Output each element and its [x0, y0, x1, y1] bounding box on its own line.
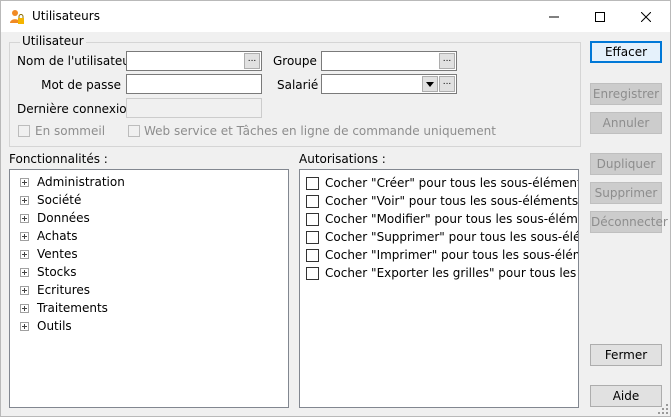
expand-icon[interactable] [20, 213, 29, 223]
export-checkbox[interactable] [306, 266, 319, 280]
delete-checkbox[interactable] [306, 230, 319, 244]
group-browse-button[interactable]: ... [439, 53, 455, 69]
username-field[interactable]: ... [126, 51, 262, 71]
authorizations-list[interactable]: Cocher "Créer" pour tous les sous-élémen… [299, 169, 579, 408]
username-label: Nom de l'utilisateur [17, 54, 135, 68]
create-checkbox[interactable] [306, 176, 319, 190]
password-field[interactable] [126, 74, 262, 94]
tree-item-label: Ventes [37, 247, 78, 261]
tree-item-ventes[interactable]: Ventes [20, 245, 78, 263]
auth-item-label: Cocher "Supprimer" pour tous les sous-él… [325, 230, 579, 244]
user-group-title: Utilisateur [20, 34, 86, 48]
cancel-button[interactable]: Annuler [590, 112, 662, 134]
tree-item-administration[interactable]: Administration [20, 173, 125, 191]
modify-checkbox[interactable] [306, 212, 319, 226]
last-login-field [126, 98, 262, 118]
auth-item-print[interactable]: Cocher "Imprimer" pour tous les sous-élé… [306, 246, 578, 264]
features-label: Fonctionnalités : [9, 152, 108, 166]
username-browse-button[interactable]: ... [244, 53, 260, 69]
features-tree[interactable]: Administration Société Données Achats Ve… [9, 169, 289, 408]
expand-icon[interactable] [20, 321, 29, 331]
employee-combo[interactable]: ... [321, 74, 457, 94]
close-button[interactable] [623, 1, 669, 32]
utilisateurs-window: Utilisateurs Utilisateur Nom de l'utilis… [0, 0, 671, 417]
group-field[interactable]: ... [321, 51, 457, 71]
print-checkbox[interactable] [306, 248, 319, 262]
tree-item-societe[interactable]: Société [20, 191, 81, 209]
employee-label: Salarié [277, 78, 319, 92]
duplicate-button[interactable]: Dupliquer [590, 153, 662, 175]
webservice-label: Web service et Tâches en ligne de comman… [144, 124, 496, 138]
auth-item-export[interactable]: Cocher "Exporter les grilles" pour tous … [306, 264, 578, 282]
minimize-button[interactable] [531, 1, 577, 32]
webservice-checkbox[interactable] [128, 125, 140, 137]
auth-item-label: Cocher "Voir" pour tous les sous-élément… [325, 194, 579, 208]
expand-icon[interactable] [20, 231, 29, 241]
group-label: Groupe [273, 54, 317, 68]
tree-item-label: Outils [37, 319, 72, 333]
close-icon [641, 11, 651, 22]
expand-icon[interactable] [20, 285, 29, 295]
auth-item-label: Cocher "Modifier" pour tous les sous-élé… [325, 212, 579, 226]
disconnect-button[interactable]: Déconnecter [590, 211, 668, 233]
tree-item-ecritures[interactable]: Ecritures [20, 281, 90, 299]
tree-item-label: Société [37, 193, 82, 207]
auth-item-view[interactable]: Cocher "Voir" pour tous les sous-élément… [306, 192, 578, 210]
authorizations-label: Autorisations : [299, 152, 386, 166]
auth-item-label: Cocher "Imprimer" pour tous les sous-élé… [325, 248, 578, 262]
maximize-icon [595, 11, 605, 22]
expand-icon[interactable] [20, 249, 29, 259]
expand-icon[interactable] [20, 177, 29, 187]
expand-icon[interactable] [20, 303, 29, 313]
auth-item-delete[interactable]: Cocher "Supprimer" pour tous les sous-él… [306, 228, 579, 246]
tree-item-outils[interactable]: Outils [20, 317, 72, 335]
sleep-checkbox[interactable] [18, 125, 30, 137]
delete-button[interactable]: Supprimer [590, 182, 662, 204]
employee-dropdown-button[interactable] [422, 76, 438, 92]
auth-item-modify[interactable]: Cocher "Modifier" pour tous les sous-élé… [306, 210, 579, 228]
tree-item-label: Achats [37, 229, 78, 243]
tree-item-stocks[interactable]: Stocks [20, 263, 76, 281]
auth-item-label: Cocher "Exporter les grilles" pour tous … [325, 266, 578, 280]
resize-grip-icon[interactable] [658, 404, 668, 414]
tree-item-label: Traitements [37, 301, 108, 315]
last-login-label: Dernière connexion [17, 102, 135, 116]
sleep-label: En sommeil [35, 124, 106, 138]
tree-item-label: Administration [37, 175, 125, 189]
clear-button[interactable]: Effacer [590, 41, 662, 63]
tree-item-donnees[interactable]: Données [20, 209, 90, 227]
tree-item-achats[interactable]: Achats [20, 227, 78, 245]
window-title: Utilisateurs [32, 9, 100, 23]
minimize-icon [549, 16, 559, 17]
users-lock-icon [10, 10, 24, 24]
close-dialog-button[interactable]: Fermer [590, 344, 662, 366]
tree-item-label: Ecritures [37, 283, 91, 297]
chevron-down-icon [426, 81, 434, 87]
save-button[interactable]: Enregistrer [590, 83, 662, 105]
employee-browse-button[interactable]: ... [439, 76, 455, 92]
tree-item-label: Données [37, 211, 90, 225]
expand-icon[interactable] [20, 195, 29, 205]
title-bar: Utilisateurs [1, 1, 670, 32]
tree-item-traitements[interactable]: Traitements [20, 299, 108, 317]
tree-item-label: Stocks [37, 265, 77, 279]
view-checkbox[interactable] [306, 194, 319, 208]
maximize-button[interactable] [577, 1, 623, 32]
expand-icon[interactable] [20, 267, 29, 277]
auth-item-label: Cocher "Créer" pour tous les sous-élémen… [325, 176, 579, 190]
auth-item-create[interactable]: Cocher "Créer" pour tous les sous-élémen… [306, 174, 579, 192]
password-label: Mot de passe [41, 78, 121, 92]
help-button[interactable]: Aide [590, 385, 662, 407]
